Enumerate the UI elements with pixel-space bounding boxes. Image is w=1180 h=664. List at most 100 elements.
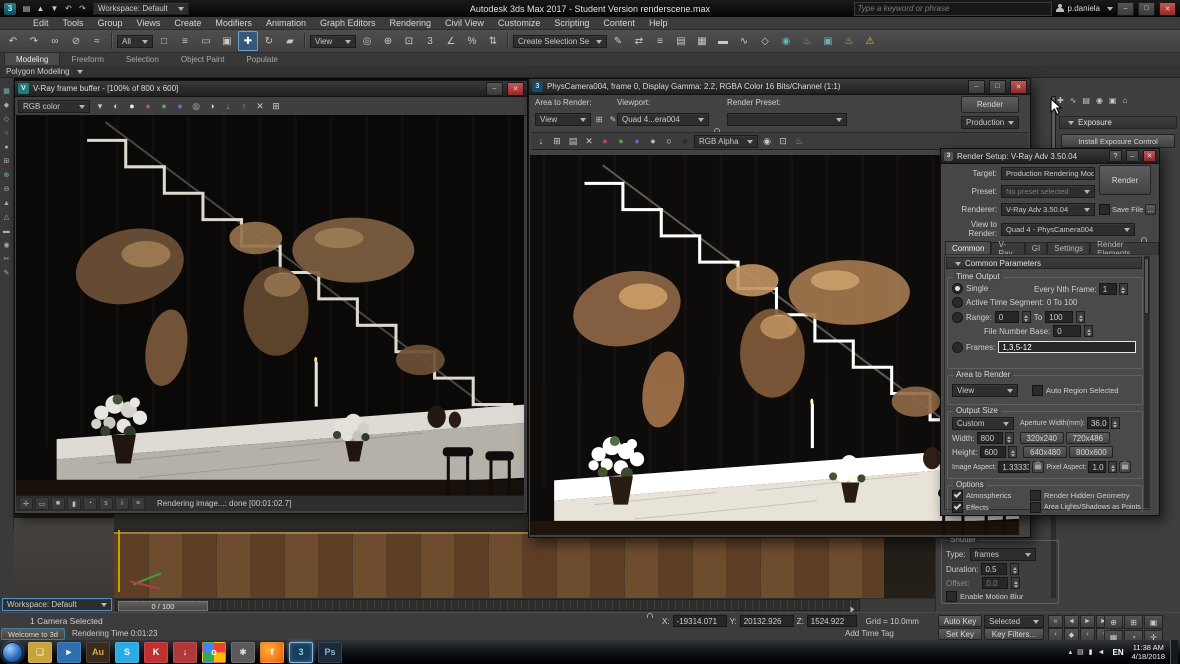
render-hidden-geometry-checkbox[interactable] [1030, 490, 1041, 501]
menu-item[interactable]: Customize [491, 17, 548, 30]
vfb-red-channel-icon[interactable]: ● [141, 99, 155, 113]
production-mode-dropdown[interactable]: Production [961, 116, 1019, 129]
range-radio[interactable] [952, 312, 963, 323]
menu-item[interactable]: Rendering [383, 17, 439, 30]
mono-channel-icon[interactable]: ■ [678, 134, 692, 148]
vfb-alpha-channel-icon[interactable]: ◍ [189, 99, 203, 113]
open-file-icon[interactable]: ▲ [34, 2, 47, 15]
preset-dropdown[interactable]: No preset selected [1001, 185, 1095, 198]
vfb-white-channel-icon[interactable]: ● [125, 99, 139, 113]
alpha-channel-icon[interactable]: ● [646, 134, 660, 148]
pixel-aspect-spinner[interactable] [1108, 461, 1117, 473]
render-setup-tab[interactable]: Render Elements [1090, 242, 1159, 255]
ribbon-weld-tool-icon[interactable]: ◉ [3, 242, 9, 249]
red-channel-icon[interactable]: ● [598, 134, 612, 148]
snaps-toggle-icon[interactable]: 3 [420, 31, 440, 51]
align-icon[interactable]: ≡ [650, 31, 670, 51]
maximize-button[interactable]: □ [1138, 2, 1155, 16]
rs-minimize-button[interactable]: – [1126, 150, 1139, 162]
zoom-extents-icon[interactable]: ▣ [1144, 615, 1163, 629]
print-image-icon[interactable]: ▤ [566, 134, 580, 148]
clone-window-icon[interactable]: ⊡ [776, 134, 790, 148]
3dsmax-app-icon[interactable]: 3 [289, 642, 313, 663]
schematic-view-icon[interactable]: ◇ [755, 31, 775, 51]
render-setup-tab[interactable]: Common [945, 241, 991, 255]
vfb-minimize-button[interactable]: – [486, 82, 503, 96]
ribbon-tab[interactable]: Freeform [60, 53, 114, 65]
render-production-icon[interactable]: ♨ [839, 31, 859, 51]
rgb-alpha-dropdown[interactable]: RGB Alpha [694, 135, 758, 148]
ribbon-cut-tool-icon[interactable]: ✂ [4, 256, 10, 263]
ribbon-tab[interactable]: Selection [115, 53, 170, 65]
size-preset-800x600-button[interactable]: 800x600 [1069, 446, 1113, 458]
unlink-selection-icon[interactable]: ⊘ [66, 31, 86, 51]
width-spinner[interactable] [1005, 432, 1014, 444]
copy-image-icon[interactable]: ⊞ [550, 134, 564, 148]
workspace-bottom-dropdown[interactable]: Workspace: Default [2, 598, 112, 611]
firefox-icon[interactable]: f [260, 642, 284, 663]
volume-icon[interactable]: ◄ [1098, 649, 1105, 656]
rendered-frame-window-icon[interactable]: ▣ [818, 31, 838, 51]
named-selection-dropdown[interactable]: Create Selection Se [513, 35, 607, 48]
shutter-duration-field[interactable]: 0.5 [981, 563, 1007, 575]
hierarchy-tab-icon[interactable]: ▤ [1082, 96, 1090, 105]
size-preset-320x240-button[interactable]: 320x240 [1020, 432, 1064, 444]
vfb-pause-icon[interactable]: ▮ [67, 497, 81, 510]
green-channel-icon[interactable]: ● [614, 134, 628, 148]
every-nth-frame-spinner[interactable] [1119, 283, 1128, 295]
ribbon-bevel-tool-icon[interactable]: △ [4, 214, 9, 221]
select-and-scale-icon[interactable]: ▰ [280, 31, 300, 51]
show-hidden-icons-icon[interactable]: ▴ [1069, 648, 1073, 656]
vfb-mono-icon[interactable]: ◑ [205, 99, 219, 113]
menu-item[interactable]: Create [167, 17, 208, 30]
save-file-browse-button[interactable]: ... [1145, 204, 1156, 215]
menu-item[interactable]: Edit [26, 17, 56, 30]
ribbon-grow-tool-icon[interactable]: ⊕ [4, 172, 10, 179]
material-editor-icon[interactable]: ◉ [776, 31, 796, 51]
ribbon-paint-tool-icon[interactable]: ✎ [4, 270, 10, 277]
pixel-aspect-lock-button[interactable] [1119, 461, 1131, 473]
shutter-offset-spinner[interactable] [1011, 577, 1020, 589]
zoom-all-icon[interactable]: ⊞ [1124, 615, 1143, 629]
render-setup-tab[interactable]: Settings [1047, 242, 1090, 255]
render-setup-render-button[interactable]: Render [1099, 165, 1151, 195]
rfw-title-bar[interactable]: 3 PhysCamera004, frame 0, Display Gamma:… [529, 79, 1030, 95]
single-radio[interactable] [952, 283, 963, 294]
save-file-checkbox[interactable] [1099, 204, 1110, 215]
rs-close-button[interactable]: ✕ [1143, 150, 1156, 162]
vfb-channel-menu-icon[interactable]: ▾ [93, 99, 107, 113]
vfb-load-image-icon[interactable]: ↑ [237, 99, 251, 113]
workspace-dropdown[interactable]: Workspace: Default [93, 2, 189, 15]
edit-named-selection-icon[interactable]: ✎ [608, 31, 628, 51]
previous-key-button[interactable]: ◄ [1064, 615, 1079, 628]
rfw-render-button[interactable]: Render [961, 96, 1019, 113]
selection-filter-dropdown[interactable]: All [117, 35, 153, 48]
common-parameters-rollout[interactable]: Common Parameters [946, 257, 1142, 269]
play-animation-button[interactable]: ► [1080, 615, 1095, 628]
vfb-info-icon[interactable]: i [115, 497, 129, 510]
motion-tab-icon[interactable]: ◉ [1096, 96, 1103, 105]
vfb-half-compare-icon[interactable]: ◐ [109, 99, 123, 113]
new-scene-icon[interactable]: ▤ [20, 2, 33, 15]
vfb-blue-channel-icon[interactable]: ● [173, 99, 187, 113]
blue-channel-icon[interactable]: ● [630, 134, 644, 148]
area-to-render-dropdown[interactable]: View [535, 113, 591, 126]
x-coordinate-field[interactable]: -19314.071 [673, 615, 727, 627]
media-player-icon[interactable]: ► [57, 642, 81, 663]
polygon-modeling-subtab[interactable]: Polygon Modeling [6, 67, 70, 76]
vfb-stop-icon[interactable]: ■ [51, 497, 65, 510]
range-to-field[interactable]: 100 [1045, 311, 1073, 323]
vfb-duplicate-icon[interactable]: ⊞ [269, 99, 283, 113]
auto-region-checkbox[interactable] [1032, 385, 1043, 396]
ribbon-bridge-tool-icon[interactable]: ▬ [3, 228, 10, 235]
size-preset-720x486-button[interactable]: 720x486 [1066, 432, 1110, 444]
clear-image-icon[interactable]: ✕ [582, 134, 596, 148]
utilities-tab-icon[interactable]: ⌂ [1123, 96, 1128, 105]
ribbon-tab[interactable]: Modeling [4, 52, 60, 65]
redo-icon[interactable]: ↷ [24, 31, 44, 51]
zoom-icon[interactable]: ⊕ [1104, 615, 1123, 629]
add-time-tag[interactable]: Add Time Tag [845, 629, 894, 638]
vfb-track-mouse-icon[interactable]: ✛ [19, 497, 33, 510]
vfb-history-icon[interactable]: ≡ [131, 497, 145, 510]
ribbon-tab[interactable]: Object Paint [170, 53, 236, 65]
